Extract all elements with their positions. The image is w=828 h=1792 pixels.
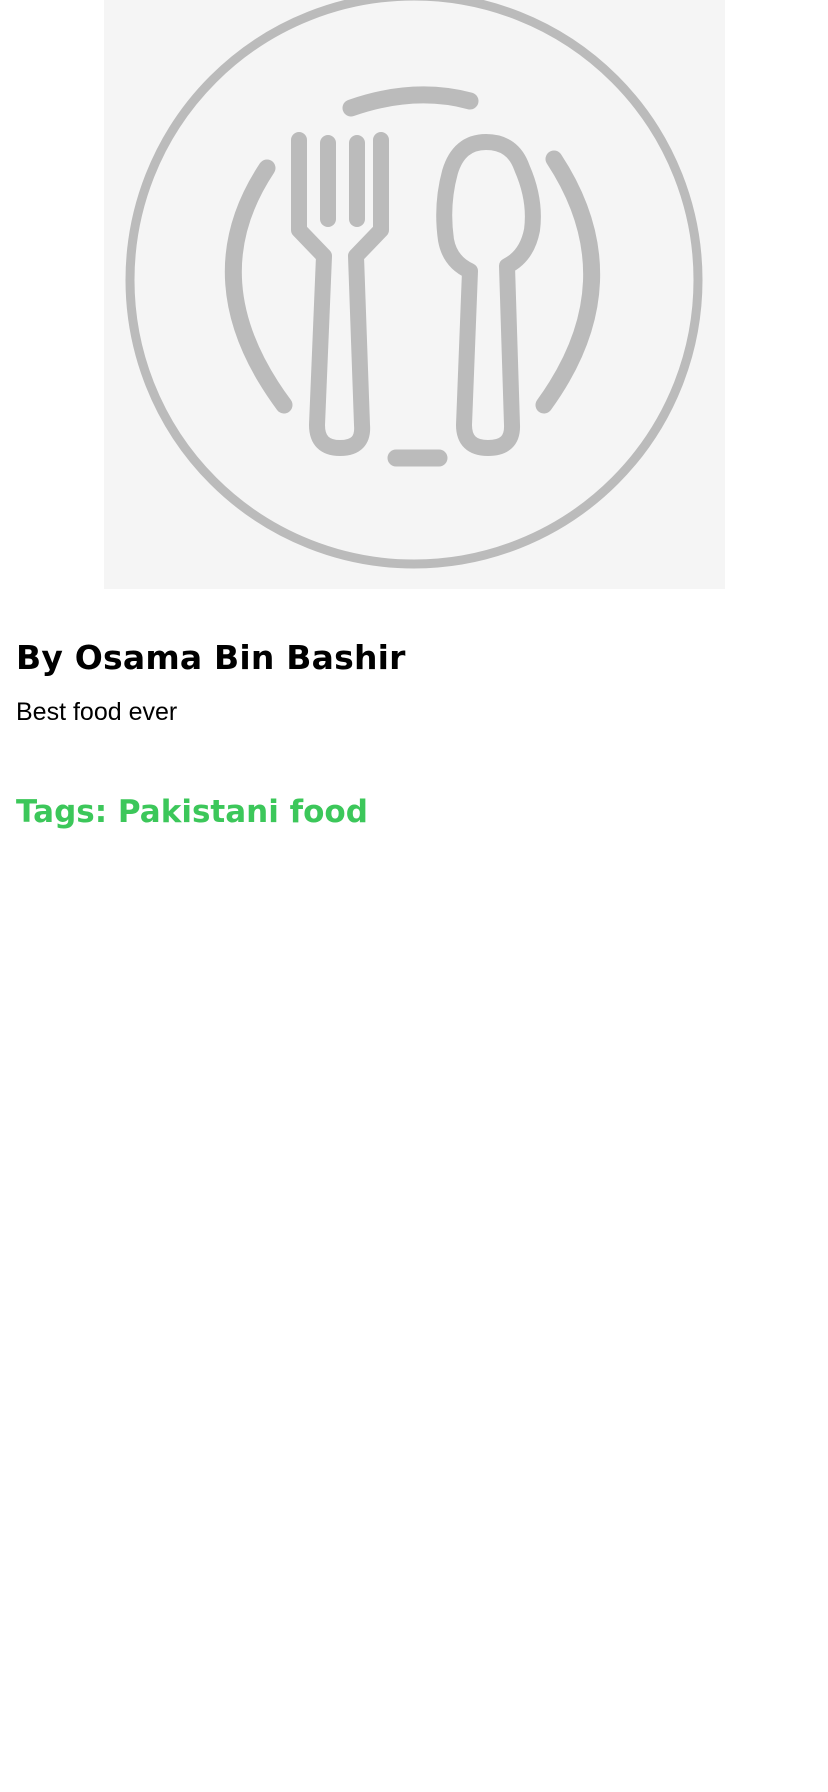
recipe-author: By Osama Bin Bashir [16,638,406,677]
recipe-tags: Tags: Pakistani food [16,794,368,830]
recipe-image-placeholder [104,0,725,589]
plate-fork-spoon-icon [125,0,703,569]
recipe-description: Best food ever [16,698,178,726]
